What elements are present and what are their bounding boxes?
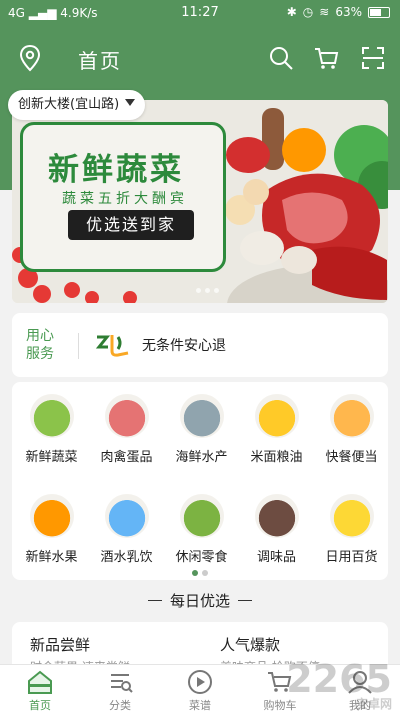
category-item[interactable]: 休闲零食	[164, 494, 239, 565]
pager-dot	[205, 288, 210, 293]
tab-recipe[interactable]: 菜谱	[160, 665, 240, 711]
watermark: 2265 安卓网	[286, 657, 392, 711]
category-item[interactable]: 新鲜蔬菜	[14, 394, 89, 465]
category-label: 日用百货	[325, 550, 378, 565]
category-label: 新鲜水果	[25, 550, 78, 565]
nav-bar: 首页	[0, 36, 400, 80]
category-icon	[29, 494, 74, 538]
category-label: 新鲜蔬菜	[25, 450, 78, 465]
status-bar: 4G ▂▄▆ 4.9K/s 11:27 ✱ ◷ ≋ 63%	[0, 0, 400, 28]
scan-icon[interactable]	[360, 45, 386, 71]
home-icon	[28, 670, 52, 694]
pager-dot-active	[192, 570, 198, 576]
alarm-icon: ◷	[302, 5, 314, 19]
pick-hot-title[interactable]: 人气爆款	[220, 634, 280, 655]
category-icon	[254, 494, 299, 538]
category-label: 米面粮油	[250, 450, 303, 465]
wifi-icon: ≋	[319, 5, 330, 19]
category-item[interactable]: 新鲜水果	[14, 494, 89, 565]
chevron-down-icon	[125, 99, 136, 106]
divider	[147, 600, 162, 601]
divider	[78, 333, 79, 359]
category-item[interactable]: 日用百货	[314, 494, 389, 565]
category-item[interactable]: 肉禽蛋品	[89, 394, 164, 465]
category-icon	[29, 394, 74, 438]
tab-category[interactable]: 分类	[80, 665, 160, 711]
page-title: 首页	[78, 49, 122, 73]
pager-dot	[196, 288, 201, 293]
tab-label: 分类	[109, 699, 131, 711]
battery-icon	[368, 6, 390, 18]
tab-label: 菜谱	[189, 699, 211, 711]
category-label: 海鲜水产	[175, 450, 228, 465]
service-text: 无条件安心退	[142, 338, 226, 354]
pager-dot	[214, 288, 219, 293]
pick-new-title[interactable]: 新品尝鲜	[30, 634, 90, 655]
category-icon	[179, 494, 224, 538]
status-right: ✱ ◷ ≋ 63%	[287, 5, 390, 19]
category-item[interactable]: 快餐便当	[314, 394, 389, 465]
category-item[interactable]: 米面粮油	[239, 394, 314, 465]
return-logo-icon	[95, 335, 129, 357]
category-label: 酒水乳饮	[100, 550, 153, 565]
cart-icon[interactable]	[313, 45, 339, 71]
category-label: 快餐便当	[325, 450, 378, 465]
daily-pick-heading: 每日优选	[0, 590, 400, 614]
search-icon[interactable]	[268, 45, 294, 71]
category-icon	[329, 494, 374, 538]
promo-banner[interactable]: 新鲜蔬菜 蔬菜五折大酬宾 优选送到家	[12, 100, 388, 303]
battery-fill	[370, 8, 382, 16]
tab-label: 首页	[29, 699, 51, 711]
battery-percent: 63%	[335, 5, 362, 19]
category-label: 肉禽蛋品	[100, 450, 153, 465]
category-icon	[104, 494, 149, 538]
category-label: 休闲零食	[175, 550, 228, 565]
banner-pager	[196, 288, 219, 293]
category-item[interactable]: 调味品	[239, 494, 314, 565]
bluetooth-icon: ✱	[286, 5, 297, 19]
category-item[interactable]: 海鲜水产	[164, 394, 239, 465]
location-pin-icon[interactable]	[18, 44, 42, 72]
banner-pill: 优选送到家	[68, 210, 194, 240]
service-card[interactable]: 用心服务 无条件安心退	[12, 313, 388, 377]
divider	[238, 600, 252, 601]
service-label: 用心服务	[26, 328, 54, 362]
category-label: 调味品	[256, 550, 296, 565]
category-icon	[111, 674, 133, 693]
address-selector[interactable]: 创新大楼(宜山路)	[8, 90, 146, 120]
play-icon	[188, 670, 212, 694]
tab-home[interactable]: 首页	[0, 665, 80, 711]
category-icon	[254, 394, 299, 438]
category-item[interactable]: 酒水乳饮	[89, 494, 164, 565]
pager-dot	[202, 570, 208, 576]
banner-headline: 新鲜蔬菜	[48, 152, 184, 188]
category-icon	[179, 394, 224, 438]
address-label: 创新大楼(宜山路)	[18, 97, 120, 112]
banner-subline: 蔬菜五折大酬宾	[62, 191, 188, 207]
category-icon	[104, 394, 149, 438]
category-pager	[192, 570, 208, 576]
category-grid: 新鲜蔬菜 肉禽蛋品 海鲜水产 米面粮油 快餐便当新鲜水果 酒水乳饮 休闲零食 调味品 日用百货	[12, 382, 388, 580]
category-icon	[329, 394, 374, 438]
daily-title: 每日优选	[169, 592, 230, 610]
